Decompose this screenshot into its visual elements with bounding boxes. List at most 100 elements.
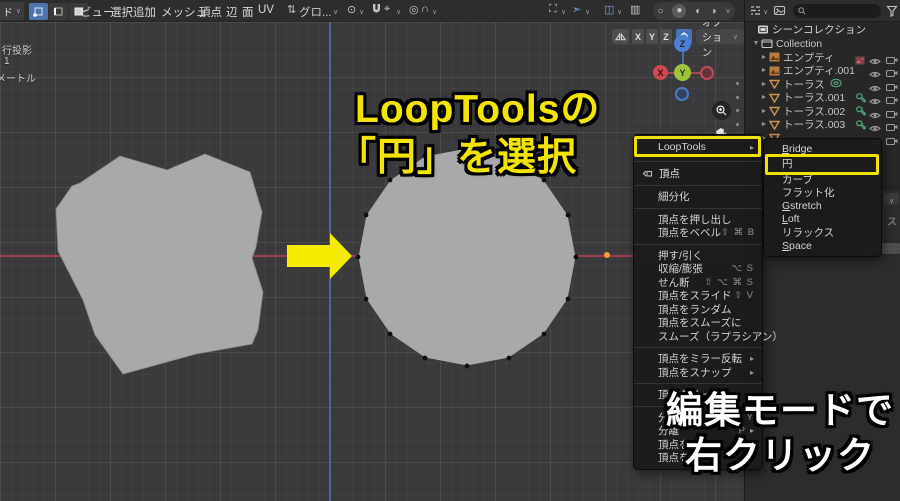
overlays-toggle-icon[interactable]: ◫ (604, 3, 614, 16)
show-gizmo-icon[interactable]: ⛶ (549, 3, 557, 16)
menu-item-mirror-vertices[interactable]: 頂点をミラー反転 ▸ (634, 352, 762, 366)
menu-vertex[interactable]: 頂点 (199, 4, 222, 20)
menu-item-extrude-vertices[interactable]: 頂点を押し出し (634, 213, 762, 227)
vertex-select-button[interactable] (29, 2, 48, 20)
menu-uv[interactable]: UV (258, 4, 274, 16)
submenu-item-gstretch[interactable]: Gstretch (764, 199, 881, 212)
submenu-item-circle[interactable]: 円 (764, 155, 881, 172)
gizmo-y-axis[interactable]: Y (674, 64, 691, 81)
xray-toggle-icon[interactable]: ▥ (630, 3, 640, 16)
snap-magnet-icon[interactable] (371, 3, 382, 17)
menu-item-laplacian-smooth[interactable]: スムーズ（ラプラシアン） (634, 330, 783, 344)
menu-separator (634, 207, 762, 209)
edge-select-button[interactable] (49, 2, 68, 20)
menu-separator (634, 185, 762, 186)
gizmo-neg-z-axis[interactable] (675, 87, 689, 101)
arrow-annotation (287, 233, 352, 279)
chevron-down-icon[interactable]: ∨ (617, 8, 622, 16)
chevron-down-icon: ∨ (15, 8, 21, 15)
menu-face[interactable]: 面 (242, 4, 254, 20)
proportional-edit-icon[interactable]: ◎ (409, 3, 419, 16)
pivot-point-icon[interactable]: ⊙ (347, 3, 356, 16)
search-icon (798, 7, 806, 15)
chevron-down-icon[interactable]: ∨ (432, 8, 437, 16)
menu-item-snap-vertices[interactable]: 頂点をスナップ ▸ (634, 366, 762, 380)
scene-collection-icon (757, 24, 769, 35)
symmetry-y-toggle[interactable]: Y (646, 29, 658, 44)
panel-text-fragment: ス (887, 217, 897, 228)
menu-item-subdivide[interactable]: 細分化 (634, 190, 762, 204)
mesh-data-icon (769, 79, 780, 90)
chevron-down-icon[interactable]: ∨ (396, 8, 401, 16)
chevron-down-icon[interactable]: ∨ (585, 8, 590, 16)
submenu-item-loft[interactable]: Loft (764, 213, 881, 226)
outliner-header: ∨ (745, 0, 900, 22)
mesh-data-icon (769, 120, 780, 130)
image-badge-icon (855, 52, 865, 70)
menu-item-slide-vertices[interactable]: 頂点をスライド ⇧ V (634, 289, 762, 303)
submenu-item-relax[interactable]: リラックス (764, 226, 881, 239)
viewport-header: ド ∨ ビュー 選択 追加 メッシュ 頂点 辺 面 UV ⇅ グロ... ∨ ⊙ … (0, 0, 745, 22)
camera-visibility-icon[interactable] (885, 133, 898, 151)
chevron-down-icon[interactable]: ∨ (333, 8, 338, 16)
snap-target-icon[interactable]: ⌖ (384, 3, 390, 16)
submenu-item-space[interactable]: Space (764, 239, 881, 252)
orientation-dropdown[interactable]: グロ... (299, 4, 332, 20)
submenu-item-flatten[interactable]: フラット化 (764, 186, 881, 199)
material-shading-icon[interactable]: ◐ (695, 6, 701, 17)
menu-item-shrink-fatten[interactable]: 収縮/膨張 ⌥ S (634, 262, 762, 276)
solid-shading-icon[interactable]: ● (672, 4, 687, 18)
symmetry-z-toggle[interactable]: Z (660, 29, 672, 44)
gizmos-toggle-icon[interactable]: ➣ (572, 3, 581, 16)
outliner-row-collection[interactable]: ▼ Collection (745, 37, 900, 51)
chevron-down-icon[interactable]: ∨ (725, 7, 730, 15)
callout-edit-mode: 編集モードで 右クリック (666, 390, 894, 477)
zoom-viewport-button[interactable] (712, 101, 731, 120)
expand-caret-icon[interactable]: ► (759, 94, 769, 101)
submenu-arrow-icon: ▸ (749, 354, 754, 364)
menu-item-bevel-vertices[interactable]: 頂点をベベル ⇧ ⌘ B (634, 226, 762, 240)
wireframe-shading-icon[interactable]: ○ (657, 6, 663, 17)
expand-caret-icon[interactable]: ► (759, 54, 769, 61)
menu-item-smooth-vertices[interactable]: 頂点をスムーズに (634, 316, 762, 330)
menu-item-looptools[interactable]: LoopTools ▸ (634, 137, 762, 157)
edge-dot (736, 123, 739, 126)
gizmo-z-axis[interactable]: Z (674, 35, 691, 52)
outliner-scene-collection[interactable]: シーンコレクション (745, 23, 900, 37)
expand-caret-icon[interactable]: ► (759, 81, 769, 88)
submenu-item-curve[interactable]: カーブ (764, 172, 881, 186)
mesh-symmetry-icon[interactable] (612, 29, 629, 44)
view-info-line1: 行投影 (2, 46, 32, 57)
rendered-shading-icon[interactable]: ◑ (710, 6, 716, 17)
chevron-down-icon[interactable]: ∨ (763, 8, 768, 16)
expand-caret-icon[interactable]: ► (759, 121, 769, 128)
filter-funnel-icon[interactable] (886, 4, 898, 22)
submenu-item-bridge[interactable]: Bridge (764, 142, 881, 155)
chevron-down-icon[interactable]: ∨ (359, 8, 364, 16)
menu-item-randomize-vertices[interactable]: 頂点をランダム (634, 303, 762, 317)
editor-type-icon[interactable] (749, 4, 762, 22)
menu-select[interactable]: 選択 (110, 4, 133, 20)
chevron-down-icon[interactable]: ∨ (884, 193, 899, 205)
menu-item-shear[interactable]: せん断 ⇧ ⌥ ⌘ S (634, 276, 762, 290)
menu-edge[interactable]: 辺 (226, 4, 238, 20)
display-mode-icon[interactable] (773, 4, 786, 22)
outliner-search-input[interactable] (793, 4, 881, 18)
transform-orientation-icon[interactable]: ⇅ (287, 3, 296, 16)
gizmo-x-axis[interactable]: X (653, 65, 668, 80)
view-info-line3: メートル (0, 74, 36, 85)
expand-caret-icon[interactable]: ▼ (751, 40, 761, 47)
callout-select-circle: LoopToolsの 「円」を選択 (337, 88, 601, 179)
menu-add[interactable]: 追加 (133, 4, 156, 20)
mode-dropdown[interactable]: ド ∨ (0, 2, 24, 20)
options-dropdown[interactable]: オプション ∨ (696, 18, 744, 59)
chevron-down-icon[interactable]: ∨ (561, 8, 566, 16)
gizmo-neg-x-axis[interactable] (700, 66, 714, 80)
expand-caret-icon[interactable]: ► (759, 67, 769, 74)
blob-mesh[interactable] (55, 153, 264, 375)
symmetry-x-toggle[interactable]: X (632, 29, 644, 44)
menu-item-push-pull[interactable]: 押す/引く (634, 249, 762, 263)
mesh-data-icon (769, 93, 780, 103)
expand-caret-icon[interactable]: ► (759, 108, 769, 115)
falloff-curve-icon[interactable]: ∩ (421, 3, 429, 15)
